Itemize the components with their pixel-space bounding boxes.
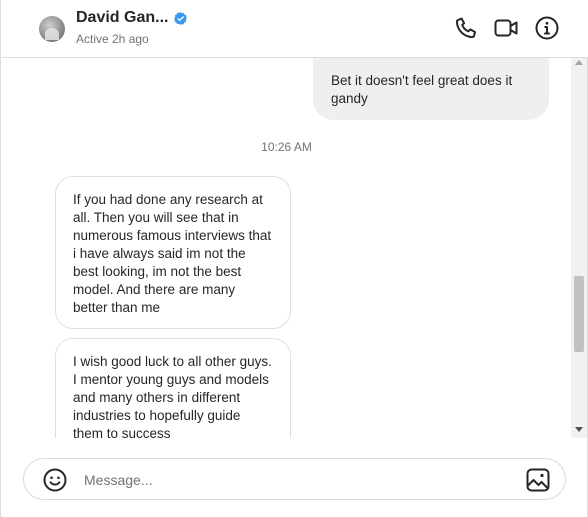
- emoji-icon[interactable]: [43, 468, 67, 492]
- video-call-icon[interactable]: [494, 16, 518, 40]
- thread-scrollbar[interactable]: [571, 58, 587, 438]
- image-icon[interactable]: [526, 468, 550, 492]
- contact-name[interactable]: David Gan...: [76, 9, 168, 27]
- message-input[interactable]: [84, 469, 504, 491]
- chat-header: David Gan... Active 2h ago: [2, 0, 588, 58]
- contact-name-row[interactable]: David Gan...: [76, 9, 188, 27]
- message-composer: [23, 458, 566, 500]
- incoming-message[interactable]: If you had done any research at all. The…: [55, 176, 291, 329]
- message-thread[interactable]: Bet it doesn't feel great does it gandy …: [2, 58, 571, 438]
- phone-icon[interactable]: [454, 16, 478, 40]
- info-icon[interactable]: [535, 16, 559, 40]
- chat-window: David Gan... Active 2h ago Bet it doesn'…: [0, 0, 588, 517]
- scroll-up-arrow-icon[interactable]: [575, 60, 583, 65]
- scroll-down-arrow-icon[interactable]: [575, 427, 583, 432]
- avatar[interactable]: [39, 16, 65, 42]
- outgoing-message[interactable]: Bet it doesn't feel great does it gandy: [313, 58, 549, 120]
- message-timestamp: 10:26 AM: [261, 140, 312, 154]
- verified-badge-icon: [174, 11, 188, 25]
- scrollbar-thumb[interactable]: [574, 276, 584, 352]
- active-status: Active 2h ago: [76, 32, 149, 46]
- incoming-message[interactable]: I wish good luck to all other guys. I me…: [55, 338, 291, 438]
